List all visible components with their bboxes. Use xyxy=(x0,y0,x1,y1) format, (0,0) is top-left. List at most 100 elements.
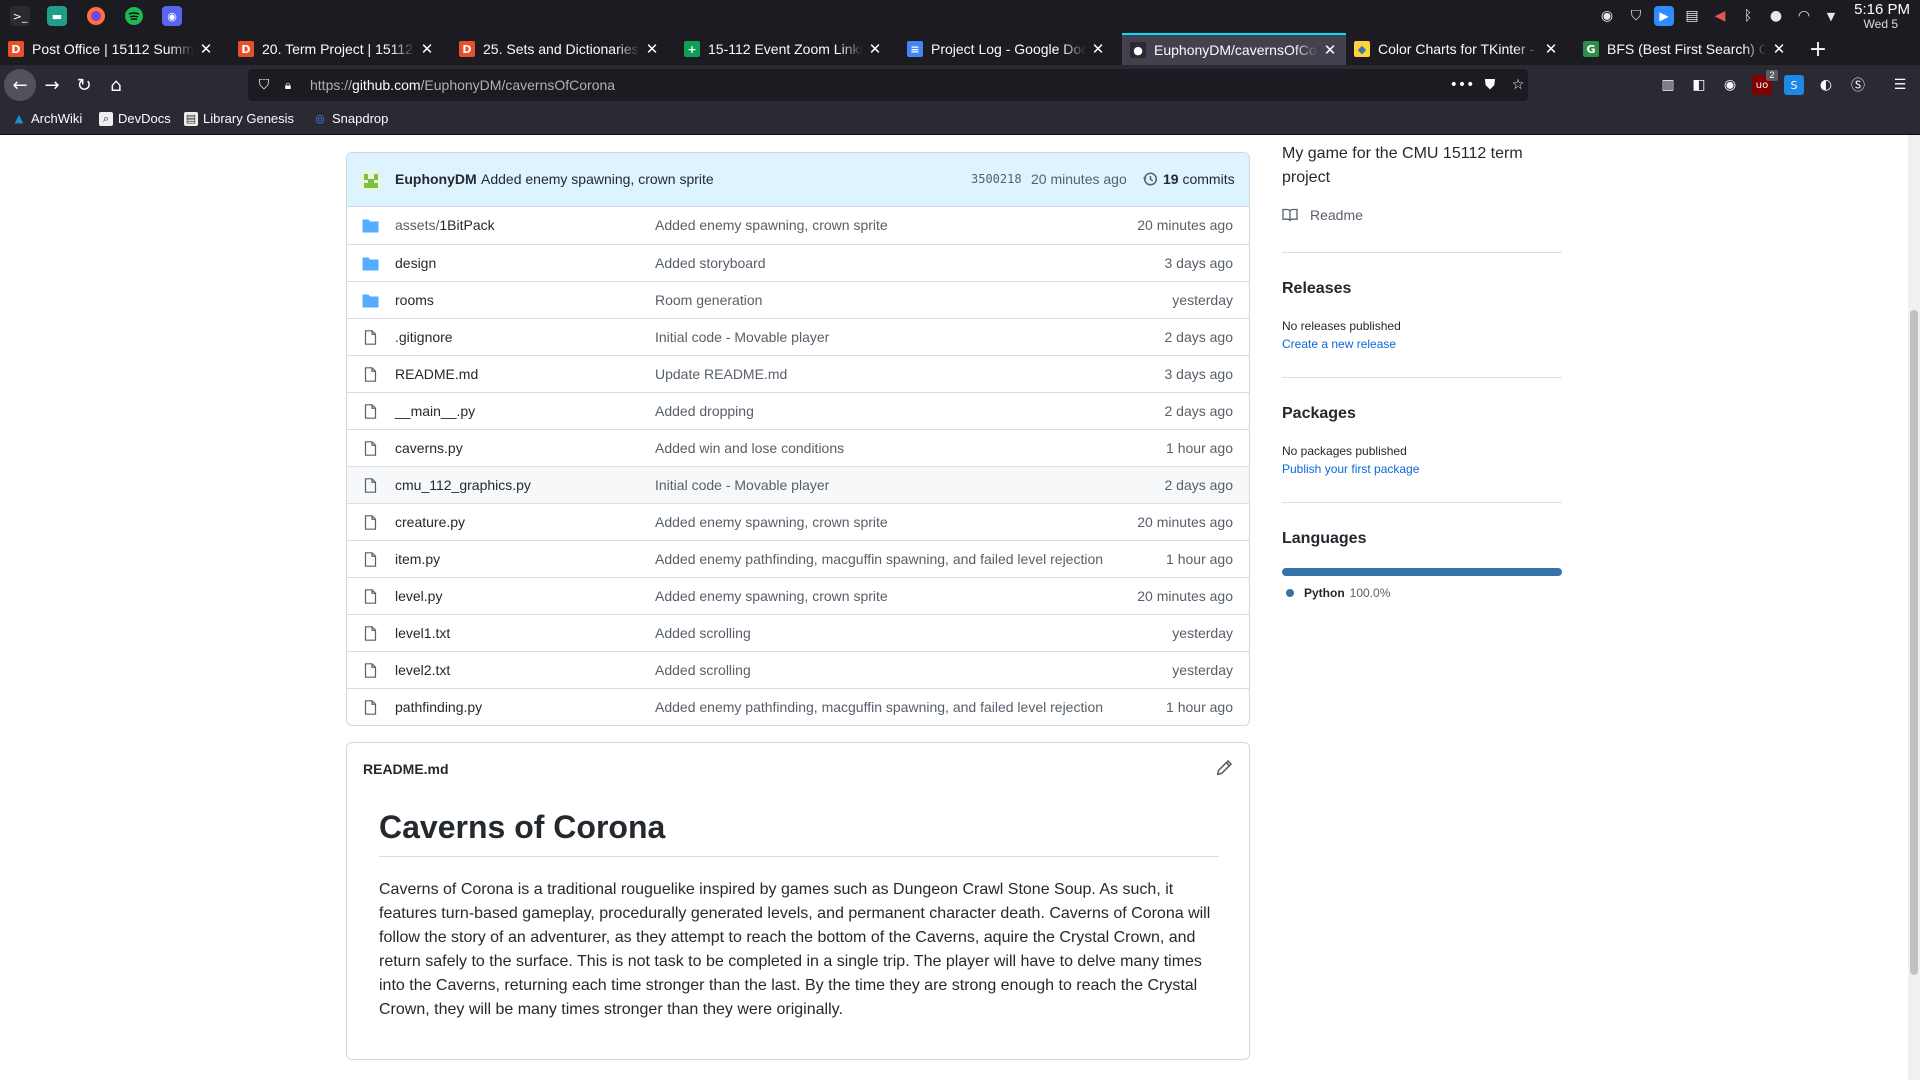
firefox-icon[interactable] xyxy=(86,6,106,26)
file-row[interactable]: .gitignore Initial code - Movable player 2… xyxy=(347,318,1249,355)
file-name-link[interactable]: rooms xyxy=(395,292,434,308)
pencil-icon[interactable] xyxy=(1215,759,1233,777)
file-row[interactable]: design Added storyboard 3 days ago xyxy=(347,244,1249,281)
tab-close-icon[interactable]: ✕ xyxy=(419,40,435,58)
terminal-icon[interactable]: >_ xyxy=(10,6,30,26)
avatar[interactable] xyxy=(360,170,382,192)
file-row[interactable]: __main__.py Added dropping 2 days ago xyxy=(347,392,1249,429)
file-name-link[interactable]: design xyxy=(395,255,436,271)
file-name-link[interactable]: creature.py xyxy=(395,514,465,530)
create-release-link[interactable]: Create a new release xyxy=(1282,337,1396,351)
file-commit-message[interactable]: Added win and lose conditions xyxy=(655,440,844,456)
file-commit-message[interactable]: Added scrolling xyxy=(655,662,751,678)
file-commit-message[interactable]: Initial code - Movable player xyxy=(655,329,829,345)
microphone-icon[interactable]: ● xyxy=(1766,6,1786,26)
scrollbar-thumb[interactable] xyxy=(1910,310,1918,975)
file-commit-message[interactable]: Added enemy spawning, crown sprite xyxy=(655,217,888,233)
bookmark-devdocs[interactable]: ⌕ DevDocs xyxy=(99,111,171,126)
extension-ghost-icon[interactable]: ◐ xyxy=(1816,75,1836,95)
volume-muted-icon[interactable]: ◀ xyxy=(1710,6,1730,26)
file-commit-message[interactable]: Added enemy spawning, crown sprite xyxy=(655,588,888,604)
tab-close-icon[interactable]: ✕ xyxy=(198,40,214,58)
file-commit-message[interactable]: Room generation xyxy=(655,292,762,308)
language-item[interactable]: Python 100.0% xyxy=(1286,586,1390,600)
page-actions-icon[interactable]: ••• xyxy=(1450,75,1475,95)
clipboard-tray-icon[interactable]: ▤ xyxy=(1682,6,1702,26)
bookmark-archwiki[interactable]: ▲ ArchWiki xyxy=(12,111,83,126)
discord-icon[interactable]: ◉ xyxy=(162,6,182,26)
discord-tray-icon[interactable]: ◉ xyxy=(1597,6,1617,26)
url-text[interactable]: https://github.com/EuphonyDM/cavernsOfCo… xyxy=(310,77,615,93)
file-row[interactable]: level2.txt Added scrolling yesterday xyxy=(347,651,1249,688)
extension-s-circle-icon[interactable]: Ⓢ xyxy=(1848,75,1868,95)
clock-time[interactable]: 5:16 PM xyxy=(1854,1,1910,18)
forward-button[interactable]: → xyxy=(36,69,68,101)
menu-icon[interactable]: ☰ xyxy=(1890,75,1910,95)
file-row[interactable]: creature.py Added enemy spawning, crown s… xyxy=(347,503,1249,540)
shield-tray-icon[interactable]: ⛉ xyxy=(1626,6,1646,26)
commit-hash[interactable]: 3500218 xyxy=(971,172,1022,186)
browser-tab[interactable]: ◆ Color Charts for TKinter - wiki✕ xyxy=(1346,33,1567,65)
lock-icon[interactable]: 🔒︎ xyxy=(278,75,298,95)
file-row[interactable]: pathfinding.py Added enemy pathfinding, m… xyxy=(347,688,1249,725)
file-name-link[interactable]: cmu_112_graphics.py xyxy=(395,477,531,493)
browser-tab[interactable]: ● EuphonyDM/cavernsOfCorona✕ xyxy=(1122,33,1346,65)
bluetooth-icon[interactable]: ᛒ xyxy=(1738,6,1758,26)
commits-link[interactable]: 19 commits xyxy=(1142,171,1235,187)
file-row[interactable]: README.md Update README.md 3 days ago xyxy=(347,355,1249,392)
commit-message[interactable]: Added enemy spawning, crown sprite xyxy=(481,171,714,187)
readme-filename[interactable]: README.md xyxy=(363,761,449,777)
browser-tab[interactable]: +15-112 Event Zoom Links ✕ xyxy=(676,33,891,65)
browser-tab[interactable]: ≡ Project Log - Google Docs ✕ xyxy=(899,33,1114,65)
file-name-link[interactable]: level2.txt xyxy=(395,662,450,678)
tracking-protection-icon[interactable]: ⛉ xyxy=(254,75,274,95)
extension-s-icon[interactable]: S xyxy=(1784,75,1804,95)
url-bar[interactable]: ⛉ 🔒︎ https://github.com/EuphonyDM/cavern… xyxy=(248,69,1528,101)
bookmark-snapdrop[interactable]: ◎ Snapdrop xyxy=(313,111,388,126)
publish-package-link[interactable]: Publish your first package xyxy=(1282,462,1419,476)
file-commit-message[interactable]: Added dropping xyxy=(655,403,754,419)
file-row[interactable]: assets/1BitPack Added enemy spawning, cro… xyxy=(347,207,1249,244)
back-button[interactable]: ← xyxy=(4,69,36,101)
file-commit-message[interactable]: Added enemy spawning, crown sprite xyxy=(655,514,888,530)
packages-title[interactable]: Packages xyxy=(1282,405,1356,423)
files-icon[interactable]: ▬ xyxy=(47,6,67,26)
home-button[interactable]: ⌂ xyxy=(100,69,132,101)
browser-tab[interactable]: D 20. Term Project | 15112 Summer✕ xyxy=(230,33,443,65)
file-commit-message[interactable]: Added storyboard xyxy=(655,255,766,271)
file-row[interactable]: rooms Room generation yesterday xyxy=(347,281,1249,318)
tab-close-icon[interactable]: ✕ xyxy=(1543,40,1559,58)
commit-author[interactable]: EuphonyDM xyxy=(395,171,477,187)
tab-close-icon[interactable]: ✕ xyxy=(644,40,660,58)
file-row[interactable]: item.py Added enemy pathfinding, macguffi… xyxy=(347,540,1249,577)
tab-close-icon[interactable]: ✕ xyxy=(1771,40,1787,58)
dropdown-icon[interactable]: ▼ xyxy=(1821,6,1841,26)
file-name-link[interactable]: __main__.py xyxy=(395,403,475,419)
sidebar-icon[interactable]: ◧ xyxy=(1689,75,1709,95)
releases-title[interactable]: Releases xyxy=(1282,280,1351,298)
file-name-link[interactable]: item.py xyxy=(395,551,440,567)
file-name-link[interactable]: level.py xyxy=(395,588,442,604)
new-tab-button[interactable]: + xyxy=(1804,33,1832,65)
bookmark-library-genesis[interactable]: ▤ Library Genesis xyxy=(184,111,294,126)
file-commit-message[interactable]: Added enemy pathfinding, macguffin spawn… xyxy=(655,551,1103,567)
readme-link[interactable]: Readme xyxy=(1282,207,1363,223)
bookmark-star-icon[interactable]: ☆ xyxy=(1508,75,1528,95)
wifi-icon[interactable]: ◠ xyxy=(1794,6,1814,26)
page-scrollbar[interactable] xyxy=(1908,135,1920,1080)
file-name-link[interactable]: README.md xyxy=(395,366,478,382)
pocket-icon[interactable]: ⛊ xyxy=(1480,75,1500,95)
browser-tab[interactable]: G BFS (Best First Search) Concept✕ xyxy=(1575,33,1795,65)
library-icon[interactable]: ▥ xyxy=(1658,75,1678,95)
file-commit-message[interactable]: Added scrolling xyxy=(655,625,751,641)
file-name-link[interactable]: caverns.py xyxy=(395,440,463,456)
tab-close-icon[interactable]: ✕ xyxy=(1090,40,1106,58)
browser-tab[interactable]: D Post Office | 15112 Summer ✕ xyxy=(0,33,222,65)
file-name-link[interactable]: level1.txt xyxy=(395,625,450,641)
file-commit-message[interactable]: Update README.md xyxy=(655,366,787,382)
tab-close-icon[interactable]: ✕ xyxy=(1322,41,1338,59)
reload-button[interactable]: ↻ xyxy=(68,69,100,101)
file-name-link[interactable]: assets/1BitPack xyxy=(395,217,495,233)
browser-tab[interactable]: D 25. Sets and Dictionaries | 15112✕ xyxy=(451,33,668,65)
spotify-icon[interactable] xyxy=(124,6,144,26)
